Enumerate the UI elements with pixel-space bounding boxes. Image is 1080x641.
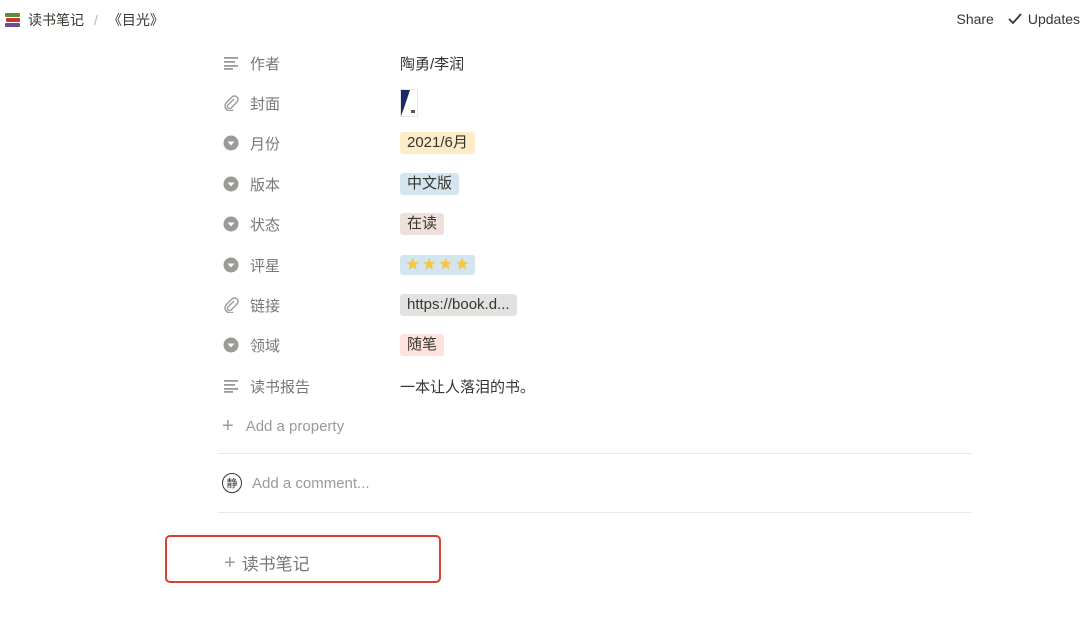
select-icon xyxy=(222,336,240,354)
select-tag[interactable]: 随笔 xyxy=(400,334,445,356)
property-value-edition[interactable]: 中文版 xyxy=(400,173,460,195)
property-row-month[interactable]: 月份 2021/6月 xyxy=(222,123,982,163)
property-value-month[interactable]: 2021/6月 xyxy=(400,132,475,154)
books-icon xyxy=(4,12,22,28)
breadcrumb-workspace[interactable]: 读书笔记 xyxy=(28,10,84,30)
property-label: 读书报告 xyxy=(250,378,311,396)
star-icon: ★ xyxy=(406,256,420,273)
select-tag[interactable]: 2021/6月 xyxy=(400,132,475,154)
property-label: 评星 xyxy=(250,257,281,275)
link-tag[interactable]: https://book.d... xyxy=(400,294,517,316)
star-icon: ★ xyxy=(422,256,436,273)
select-icon xyxy=(222,256,240,274)
property-label: 版本 xyxy=(250,176,281,194)
check-icon xyxy=(1008,13,1022,25)
add-property-button[interactable]: + Add a property xyxy=(222,415,345,437)
property-row-edition[interactable]: 版本 中文版 xyxy=(222,164,982,204)
property-value-domain[interactable]: 随笔 xyxy=(400,334,445,356)
rating-tag[interactable]: ★ ★ ★ ★ xyxy=(400,255,475,275)
new-page-button[interactable]: + 读书笔记 xyxy=(224,550,310,575)
updates-label: Updates xyxy=(1027,11,1080,27)
property-value-author[interactable]: 陶勇/李润 xyxy=(400,53,464,74)
property-label: 领域 xyxy=(250,337,281,355)
property-row-cover[interactable]: 封面 xyxy=(222,83,982,123)
share-button[interactable]: Share xyxy=(956,11,993,27)
text-lines-icon xyxy=(222,377,240,395)
topbar-actions: Share Updates xyxy=(956,11,1080,27)
comment-input[interactable]: 静 Add a comment... xyxy=(222,473,370,493)
select-icon xyxy=(222,215,240,233)
breadcrumb-page[interactable]: 《目光》 xyxy=(108,10,164,30)
property-value-link[interactable]: https://book.d... xyxy=(400,294,517,316)
breadcrumb: 读书笔记 / 《目光》 xyxy=(4,10,164,30)
property-label: 月份 xyxy=(250,135,281,153)
select-tag[interactable]: 在读 xyxy=(400,213,445,235)
property-value-report[interactable]: 一本让人落泪的书。 xyxy=(400,376,535,397)
property-row-domain[interactable]: 领域 随笔 xyxy=(222,325,982,365)
select-icon xyxy=(222,134,240,152)
plus-icon: + xyxy=(222,415,234,437)
top-bar: 读书笔记 / 《目光》 Share Updates xyxy=(0,0,1080,40)
property-row-rating[interactable]: 评星 ★ ★ ★ ★ xyxy=(222,245,982,285)
property-row-report[interactable]: 读书报告 一本让人落泪的书。 xyxy=(222,366,982,406)
avatar: 静 xyxy=(222,473,242,493)
divider xyxy=(218,512,972,513)
add-property-label: Add a property xyxy=(245,417,345,435)
select-tag[interactable]: 中文版 xyxy=(400,173,460,195)
property-label: 状态 xyxy=(250,216,281,234)
property-row-status[interactable]: 状态 在读 xyxy=(222,204,982,244)
property-label: 作者 xyxy=(250,55,281,73)
new-page-label: 读书笔记 xyxy=(241,555,310,574)
property-value-rating[interactable]: ★ ★ ★ ★ xyxy=(400,255,475,275)
updates-button[interactable]: Updates xyxy=(1008,11,1080,27)
property-row-author[interactable]: 作者 陶勇/李润 xyxy=(222,43,982,83)
divider xyxy=(218,453,972,454)
text-lines-icon xyxy=(222,54,240,72)
property-row-link[interactable]: 链接 https://book.d... xyxy=(222,285,982,325)
property-value-status[interactable]: 在读 xyxy=(400,213,445,235)
breadcrumb-separator: / xyxy=(94,12,98,28)
cover-thumbnail[interactable] xyxy=(400,89,418,117)
select-icon xyxy=(222,175,240,193)
star-icon: ★ xyxy=(438,256,453,273)
comment-placeholder: Add a comment... xyxy=(252,474,370,492)
plus-icon: + xyxy=(224,551,236,574)
paperclip-icon xyxy=(222,94,240,112)
property-label: 封面 xyxy=(250,95,281,113)
property-value-cover[interactable] xyxy=(400,89,418,117)
star-icon: ★ xyxy=(455,256,469,273)
property-label: 链接 xyxy=(250,297,281,315)
paperclip-icon xyxy=(222,296,240,314)
